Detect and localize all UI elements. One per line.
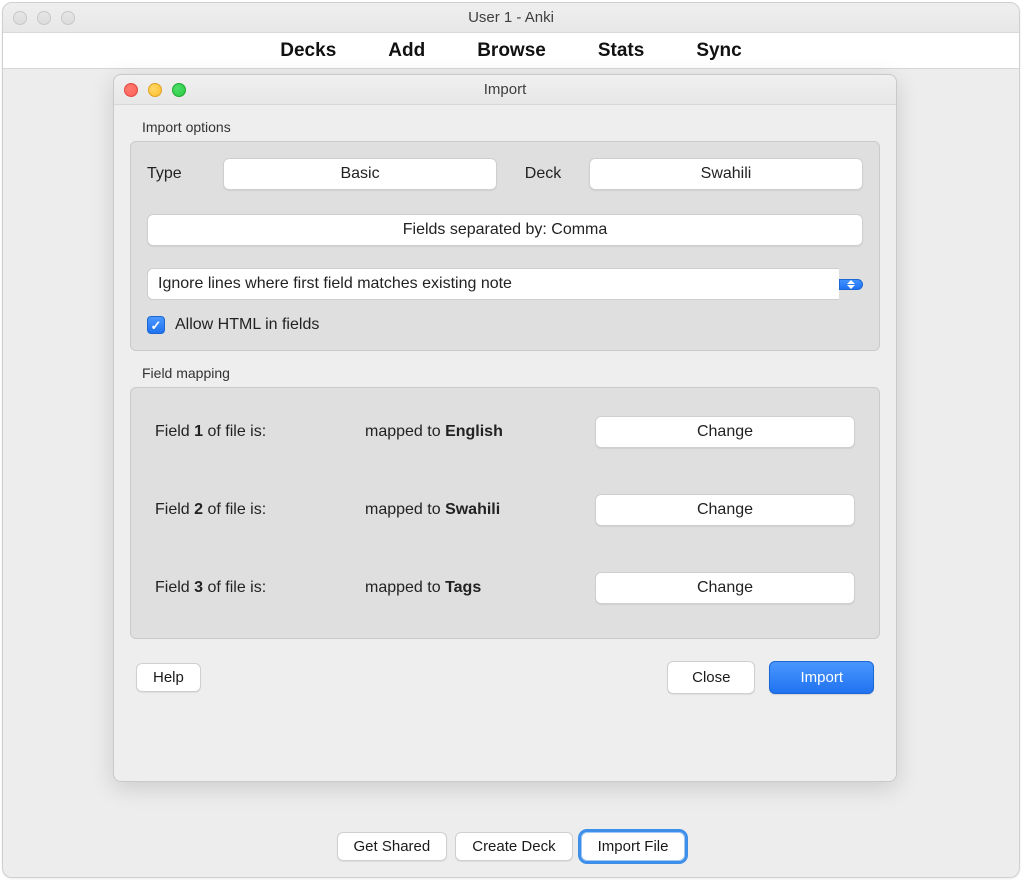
close-button[interactable]: Close <box>667 661 755 694</box>
mapping-source-3: Field 3 of file is: <box>155 579 365 597</box>
dialog-body: Import options Type Basic Deck Swahili F… <box>114 119 896 710</box>
mapping-source-num: 3 <box>194 579 203 596</box>
allow-html-label: Allow HTML in fields <box>175 316 319 334</box>
main-window-title: User 1 - Anki <box>3 9 1019 26</box>
tab-decks[interactable]: Decks <box>280 40 336 62</box>
mapping-target-prefix: mapped to <box>365 501 445 518</box>
tab-browse[interactable]: Browse <box>477 40 546 62</box>
dedupe-select[interactable]: Ignore lines where first field matches e… <box>147 268 863 300</box>
mapping-target-2: mapped to Swahili <box>365 501 595 519</box>
type-deck-row: Type Basic Deck Swahili <box>147 158 863 190</box>
mapping-source-num: 2 <box>194 501 203 518</box>
dropdown-arrows-icon[interactable] <box>839 279 863 290</box>
mapping-source-suffix: of file is: <box>203 501 266 518</box>
mapping-target-prefix: mapped to <box>365 423 445 440</box>
allow-html-row: ✓ Allow HTML in fields <box>147 316 863 334</box>
dialog-title: Import <box>114 81 896 98</box>
caret-up-icon <box>847 280 855 284</box>
mapping-row-3: Field 3 of file is: mapped to Tags Chang… <box>155 572 855 604</box>
main-titlebar: User 1 - Anki <box>3 3 1019 33</box>
mapping-source-2: Field 2 of file is: <box>155 501 365 519</box>
mapping-source-suffix: of file is: <box>203 423 266 440</box>
main-toolbar: Decks Add Browse Stats Sync <box>3 33 1019 69</box>
field-mapping-group: Field 1 of file is: mapped to English Ch… <box>130 387 880 639</box>
import-options-group: Type Basic Deck Swahili Fields separated… <box>130 141 880 351</box>
deck-select-button[interactable]: Swahili <box>589 158 863 190</box>
caret-down-icon <box>847 285 855 289</box>
mapping-source-prefix: Field <box>155 423 194 440</box>
get-shared-button[interactable]: Get Shared <box>337 832 448 861</box>
tab-add[interactable]: Add <box>388 40 425 62</box>
change-button-2[interactable]: Change <box>595 494 855 526</box>
mapping-source-num: 1 <box>194 423 203 440</box>
type-label: Type <box>147 165 207 183</box>
dialog-traffic-lights <box>124 83 186 97</box>
tab-sync[interactable]: Sync <box>696 40 741 62</box>
minimize-icon[interactable] <box>37 11 51 25</box>
import-options-label: Import options <box>142 119 880 135</box>
bottom-button-bar: Get Shared Create Deck Import File <box>3 832 1019 861</box>
close-icon[interactable] <box>124 83 138 97</box>
mapping-target-1: mapped to English <box>365 423 595 441</box>
mapping-target-3: mapped to Tags <box>365 579 595 597</box>
main-traffic-lights <box>13 11 75 25</box>
mapping-target-name: Tags <box>445 579 481 596</box>
mapping-source-1: Field 1 of file is: <box>155 423 365 441</box>
import-button[interactable]: Import <box>769 661 874 694</box>
deck-label: Deck <box>513 165 573 183</box>
change-button-3[interactable]: Change <box>595 572 855 604</box>
mapping-target-name: Swahili <box>445 501 500 518</box>
tab-stats[interactable]: Stats <box>598 40 644 62</box>
import-dialog: Import Import options Type Basic Deck Sw… <box>113 74 897 782</box>
mapping-source-prefix: Field <box>155 579 194 596</box>
dialog-footer: Help Close Import <box>130 661 880 694</box>
import-file-button[interactable]: Import File <box>581 832 686 861</box>
dedupe-select-text[interactable]: Ignore lines where first field matches e… <box>147 268 839 300</box>
allow-html-checkbox[interactable]: ✓ <box>147 316 165 334</box>
mapping-row-1: Field 1 of file is: mapped to English Ch… <box>155 416 855 448</box>
footer-right: Close Import <box>667 661 874 694</box>
dialog-titlebar: Import <box>114 75 896 105</box>
type-select-button[interactable]: Basic <box>223 158 497 190</box>
change-button-1[interactable]: Change <box>595 416 855 448</box>
field-mapping-label: Field mapping <box>142 365 880 381</box>
zoom-icon[interactable] <box>61 11 75 25</box>
help-button[interactable]: Help <box>136 663 201 692</box>
mapping-source-prefix: Field <box>155 501 194 518</box>
field-separator-button[interactable]: Fields separated by: Comma <box>147 214 863 246</box>
minimize-icon[interactable] <box>148 83 162 97</box>
checkmark-icon: ✓ <box>151 319 162 332</box>
close-icon[interactable] <box>13 11 27 25</box>
create-deck-button[interactable]: Create Deck <box>455 832 572 861</box>
mapping-source-suffix: of file is: <box>203 579 266 596</box>
mapping-row-2: Field 2 of file is: mapped to Swahili Ch… <box>155 494 855 526</box>
mapping-target-prefix: mapped to <box>365 579 445 596</box>
mapping-target-name: English <box>445 423 503 440</box>
zoom-icon[interactable] <box>172 83 186 97</box>
